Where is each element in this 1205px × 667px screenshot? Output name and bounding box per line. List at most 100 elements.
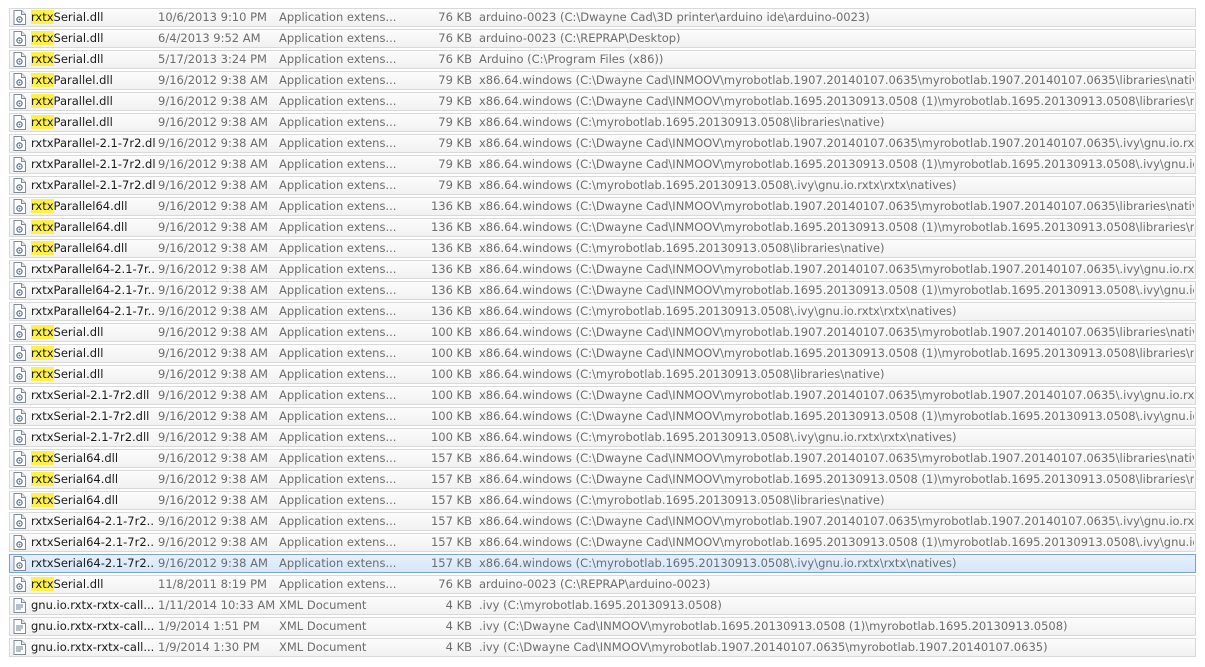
file-row[interactable]: rxtxSerial.dll 9/16/2012 9:38 AM Applica… (9, 323, 1196, 342)
file-name[interactable]: rxtxSerial64.dll (31, 492, 155, 509)
file-name-prefix: gnu.io.rxtx-rxtx-call... (31, 640, 155, 654)
file-row[interactable]: rxtxSerial.dll 11/8/2011 8:19 PM Applica… (9, 575, 1196, 594)
folder-path: arduino-0023 (C:\Dwayne Cad\3D printer\a… (479, 10, 870, 24)
file-name-suffix: Serial.dll (53, 367, 104, 381)
file-row[interactable]: rxtxSerial.dll 6/4/2013 9:52 AM Applicat… (9, 29, 1196, 48)
file-name-prefix: rxtxSerial64-2.1-7r2.... (31, 535, 155, 549)
file-name[interactable]: rxtxSerial.dll (31, 51, 155, 68)
search-match-highlight: rxtx (31, 73, 54, 87)
file-name-prefix: rxtxSerial-2.1-7r2.dll (31, 409, 150, 423)
file-row[interactable]: rxtxSerial.dll 9/16/2012 9:38 AM Applica… (9, 365, 1196, 384)
date-modified: 9/16/2012 9:38 AM (158, 430, 268, 444)
dll-file-icon (13, 472, 27, 487)
file-name[interactable]: rxtxParallel-2.1-7r2.dll (31, 177, 155, 194)
file-name[interactable]: rxtxSerial64-2.1-7r2.... (31, 513, 155, 530)
file-name[interactable]: rxtxSerial-2.1-7r2.dll (31, 429, 155, 446)
file-name[interactable]: rxtxSerial.dll (31, 576, 155, 593)
file-name[interactable]: rxtxSerial64-2.1-7r2.... (31, 555, 155, 572)
file-row[interactable]: rxtxSerial.dll 10/6/2013 9:10 PM Applica… (9, 8, 1196, 27)
file-row[interactable]: rxtxParallel-2.1-7r2.dll 9/16/2012 9:38 … (9, 155, 1196, 174)
file-row[interactable]: rxtxSerial64-2.1-7r2.... 9/16/2012 9:38 … (9, 512, 1196, 531)
file-row[interactable]: rxtxParallel.dll 9/16/2012 9:38 AM Appli… (9, 92, 1196, 111)
dll-file-icon (13, 535, 27, 550)
file-name[interactable]: rxtxSerial64-2.1-7r2.... (31, 534, 155, 551)
file-name[interactable]: gnu.io.rxtx-rxtx-call... (31, 639, 155, 656)
file-name[interactable]: rxtxSerial64.dll (31, 450, 155, 467)
file-row[interactable]: rxtxParallel64-2.1-7r... 9/16/2012 9:38 … (9, 260, 1196, 279)
file-row[interactable]: rxtxSerial.dll 5/17/2013 3:24 PM Applica… (9, 50, 1196, 69)
file-name-suffix: Serial64.dll (53, 472, 119, 486)
search-results-list: rxtxSerial.dll 10/6/2013 9:10 PM Applica… (0, 8, 1205, 659)
file-row[interactable]: gnu.io.rxtx-rxtx-call... 1/11/2014 10:33… (9, 596, 1196, 615)
file-name[interactable]: rxtxSerial.dll (31, 366, 155, 383)
file-name[interactable]: rxtxParallel64.dll (31, 219, 155, 236)
file-name[interactable]: rxtxSerial.dll (31, 345, 155, 362)
dll-file-icon (13, 94, 27, 109)
file-name[interactable]: rxtxParallel64-2.1-7r... (31, 282, 155, 299)
file-name[interactable]: rxtxParallel64-2.1-7r... (31, 261, 155, 278)
file-row[interactable]: rxtxParallel64-2.1-7r... 9/16/2012 9:38 … (9, 302, 1196, 321)
folder-path: x86.64.windows (C:\Dwayne Cad\INMOOV\myr… (479, 220, 1194, 234)
file-size: 79 KB (438, 157, 472, 171)
file-row[interactable]: rxtxSerial-2.1-7r2.dll 9/16/2012 9:38 AM… (9, 407, 1196, 426)
file-name-prefix: rxtxSerial64-2.1-7r2.... (31, 556, 155, 570)
file-name[interactable]: rxtxParallel.dll (31, 72, 155, 89)
file-name[interactable]: rxtxSerial64.dll (31, 471, 155, 488)
dll-file-icon (13, 346, 27, 361)
dll-file-icon (13, 199, 27, 214)
file-row[interactable]: rxtxParallel64.dll 9/16/2012 9:38 AM App… (9, 218, 1196, 237)
file-row[interactable]: gnu.io.rxtx-rxtx-call... 1/9/2014 1:30 P… (9, 638, 1196, 657)
date-modified: 11/8/2011 8:19 PM (158, 577, 267, 591)
file-row[interactable]: rxtxParallel-2.1-7r2.dll 9/16/2012 9:38 … (9, 134, 1196, 153)
file-name-suffix: Parallel.dll (53, 73, 113, 87)
file-row[interactable]: rxtxParallel64-2.1-7r... 9/16/2012 9:38 … (9, 281, 1196, 300)
file-row[interactable]: rxtxSerial64-2.1-7r2.... 9/16/2012 9:38 … (9, 533, 1196, 552)
file-name[interactable]: rxtxParallel.dll (31, 93, 155, 110)
file-type: Application extens... (279, 325, 397, 339)
folder-path: x86.64.windows (C:\Dwayne Cad\INMOOV\myr… (479, 283, 1194, 297)
file-size: 157 KB (430, 451, 472, 465)
file-name[interactable]: rxtxParallel-2.1-7r2.dll (31, 156, 155, 173)
file-name-suffix: Serial64.dll (53, 451, 119, 465)
file-type: XML Document (279, 598, 367, 612)
date-modified: 9/16/2012 9:38 AM (158, 178, 268, 192)
file-row[interactable]: rxtxSerial64.dll 9/16/2012 9:38 AM Appli… (9, 449, 1196, 468)
date-modified: 9/16/2012 9:38 AM (158, 451, 268, 465)
file-name[interactable]: rxtxParallel64.dll (31, 240, 155, 257)
file-name[interactable]: rxtxParallel.dll (31, 114, 155, 131)
file-name[interactable]: gnu.io.rxtx-rxtx-call... (31, 618, 155, 635)
file-size: 136 KB (430, 220, 472, 234)
file-name[interactable]: gnu.io.rxtx-rxtx-call... (31, 597, 155, 614)
file-type: Application extens... (279, 115, 397, 129)
file-row[interactable]: rxtxParallel64.dll 9/16/2012 9:38 AM App… (9, 197, 1196, 216)
file-size: 100 KB (430, 367, 472, 381)
file-name-prefix: rxtxParallel64-2.1-7r... (31, 262, 155, 276)
file-row[interactable]: rxtxSerial64.dll 9/16/2012 9:38 AM Appli… (9, 491, 1196, 510)
file-name[interactable]: rxtxSerial.dll (31, 324, 155, 341)
folder-path: arduino-0023 (C:\REPRAP\Desktop) (479, 31, 681, 45)
file-name[interactable]: rxtxParallel64.dll (31, 198, 155, 215)
file-name-suffix: Serial.dll (53, 10, 104, 24)
file-row[interactable]: rxtxParallel-2.1-7r2.dll 9/16/2012 9:38 … (9, 176, 1196, 195)
file-name[interactable]: rxtxSerial-2.1-7r2.dll (31, 408, 155, 425)
file-row[interactable]: rxtxParallel.dll 9/16/2012 9:38 AM Appli… (9, 71, 1196, 90)
file-name[interactable]: rxtxParallel64-2.1-7r... (31, 303, 155, 320)
file-row[interactable]: rxtxSerial.dll 9/16/2012 9:38 AM Applica… (9, 344, 1196, 363)
file-row[interactable]: gnu.io.rxtx-rxtx-call... 1/9/2014 1:51 P… (9, 617, 1196, 636)
file-name[interactable]: rxtxSerial.dll (31, 30, 155, 47)
xml-file-icon (13, 619, 27, 634)
file-type: Application extens... (279, 493, 397, 507)
file-size: 79 KB (438, 136, 472, 150)
file-row[interactable]: rxtxSerial64-2.1-7r2.... 9/16/2012 9:38 … (9, 554, 1196, 573)
file-name[interactable]: rxtxParallel-2.1-7r2.dll (31, 135, 155, 152)
file-name[interactable]: rxtxSerial.dll (31, 9, 155, 26)
file-row[interactable]: rxtxParallel.dll 9/16/2012 9:38 AM Appli… (9, 113, 1196, 132)
file-row[interactable]: rxtxSerial-2.1-7r2.dll 9/16/2012 9:38 AM… (9, 428, 1196, 447)
file-row[interactable]: rxtxSerial-2.1-7r2.dll 9/16/2012 9:38 AM… (9, 386, 1196, 405)
file-row[interactable]: rxtxSerial64.dll 9/16/2012 9:38 AM Appli… (9, 470, 1196, 489)
file-row[interactable]: rxtxParallel64.dll 9/16/2012 9:38 AM App… (9, 239, 1196, 258)
file-name[interactable]: rxtxSerial-2.1-7r2.dll (31, 387, 155, 404)
dll-file-icon (13, 157, 27, 172)
folder-path: x86.64.windows (C:\Dwayne Cad\INMOOV\myr… (479, 535, 1194, 549)
folder-path: x86.64.windows (C:\Dwayne Cad\INMOOV\myr… (479, 325, 1194, 339)
